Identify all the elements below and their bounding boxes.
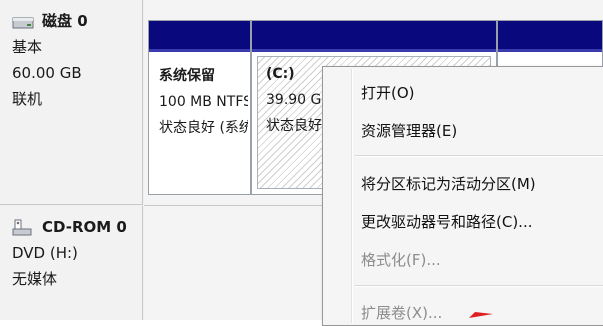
menu-separator [355,155,603,157]
disk-0-status: 联机 [12,90,43,108]
cdrom-0-title-row: CD-ROM 0 [12,214,142,240]
partition-header-bar [149,21,250,52]
menu-item-format[interactable]: 格式化(F)... [361,248,441,272]
partition-header-bar [498,21,602,52]
disk-0-label-panel[interactable]: 磁盘 0 基本 60.00 GB 联机 [0,0,143,205]
partition-header-bar [252,21,496,52]
menu-item-extend-volume[interactable]: 扩展卷(X)... [361,301,442,325]
partition-status: 状态良好 (系统 [159,120,248,136]
menu-icon-gutter [351,69,353,323]
partition-name: 系统保留 [159,68,215,84]
disk-0-title-row: 磁盘 0 [12,8,142,34]
disk-0-size: 60.00 GB [12,64,82,82]
partition-system-reserved[interactable]: 系统保留 100 MB NTFS 状态良好 (系统 [148,20,251,195]
cdrom-0-type: DVD (H:) [12,244,78,262]
disk-0-type: 基本 [12,38,43,56]
hard-disk-icon [12,13,36,29]
cdrom-0-label-panel[interactable]: CD-ROM 0 DVD (H:) 无媒体 [0,206,143,320]
disk-management-frame: 磁盘 0 基本 60.00 GB 联机 系统保留 100 MB NTFS 状态良… [0,0,603,326]
partition-system-reserved-info: 系统保留 100 MB NTFS 状态良好 (系统 [155,61,248,143]
partition-size: 100 MB NTFS [159,94,248,110]
annotation-arrow-icon [469,312,493,318]
partition-context-menu: 打开(O) 资源管理器(E) 将分区标记为活动分区(M) 更改驱动器号和路径(C… [322,66,603,326]
cdrom-0-status: 无媒体 [12,270,58,288]
menu-item-open[interactable]: 打开(O) [361,81,415,105]
cdrom-0-title: CD-ROM 0 [42,218,127,236]
menu-item-mark-active[interactable]: 将分区标记为活动分区(M) [361,172,536,196]
menu-item-change-drive-letter[interactable]: 更改驱动器号和路径(C)... [361,210,532,234]
disk-0-title: 磁盘 0 [42,12,88,30]
cd-drive-icon [12,219,36,236]
menu-item-explorer[interactable]: 资源管理器(E) [361,119,457,143]
menu-separator [355,285,603,287]
